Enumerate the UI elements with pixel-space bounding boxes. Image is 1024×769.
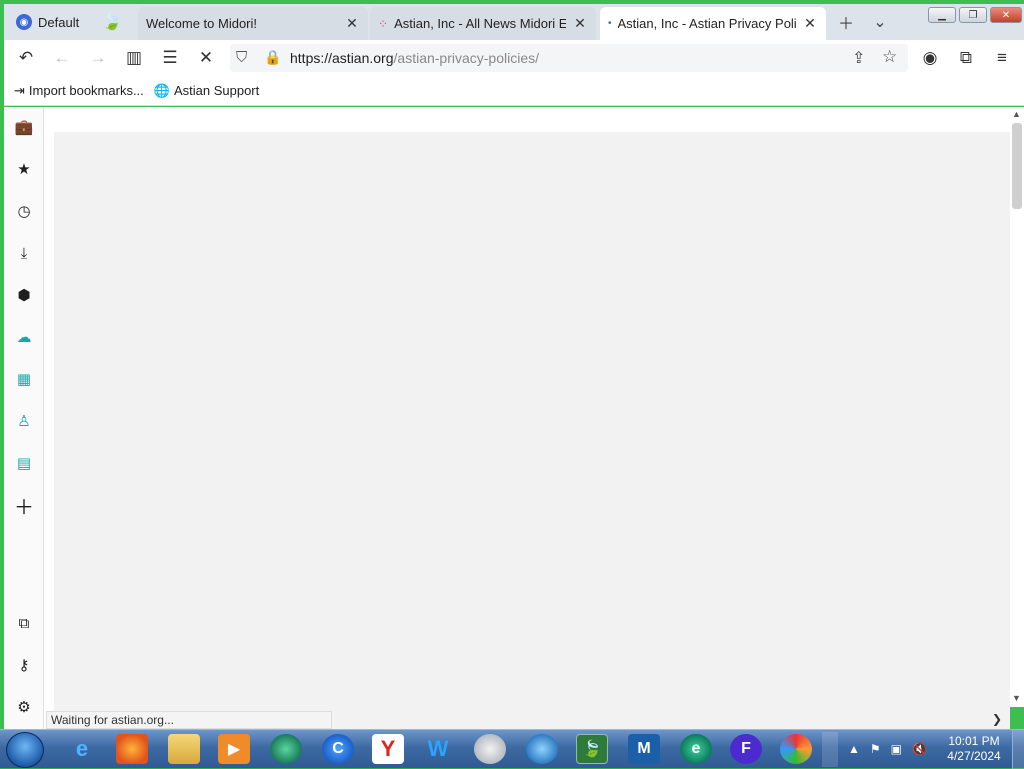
account-icon[interactable]: ◉ bbox=[916, 46, 944, 70]
flag-icon[interactable]: ⚑ bbox=[870, 742, 881, 756]
close-tab-icon[interactable]: ✕ bbox=[344, 15, 360, 32]
system-tray: ▲ ⚑ ▣ 🔇 bbox=[842, 734, 932, 764]
maxthon-icon[interactable]: M bbox=[628, 734, 660, 764]
url-host: https://astian.org bbox=[290, 50, 394, 66]
taskbar: e ▶ C Y W 🍃 M e F ▲ ⚑ ▣ 🔇 10:01 PM 4/27/… bbox=[0, 729, 1024, 769]
app-icon-blue[interactable]: C bbox=[322, 734, 354, 764]
loading-icon: • bbox=[608, 18, 612, 29]
cube-icon[interactable]: ⬢ bbox=[12, 283, 36, 307]
midori-icon[interactable]: 🍃 bbox=[576, 734, 608, 764]
notes-icon[interactable]: ▤ bbox=[12, 451, 36, 475]
globe-icon: 🌐 bbox=[153, 82, 170, 98]
tab-all-news[interactable]: ⁘ Astian, Inc - All News Midori Eng ✕ bbox=[370, 7, 596, 40]
loading-page-area bbox=[54, 132, 1010, 729]
scrollbar-thumb[interactable] bbox=[1012, 123, 1022, 209]
bookmark-label: Import bookmarks... bbox=[28, 83, 144, 98]
scroll-down-icon[interactable]: ▼ bbox=[1012, 693, 1021, 703]
tab-manager-icon[interactable]: ☰ bbox=[156, 46, 184, 70]
cloud-icon[interactable]: ☁ bbox=[12, 325, 36, 349]
clock-date: 4/27/2024 bbox=[947, 749, 1001, 763]
minimize-button[interactable]: ▁ bbox=[928, 7, 956, 23]
address-bar[interactable]: ⛉ 🔒 https://astian.org/astian-privacy-po… bbox=[230, 44, 908, 72]
new-tab-button[interactable]: ＋ bbox=[834, 11, 858, 33]
bookmark-label: Astian Support bbox=[173, 83, 260, 98]
yandex-icon[interactable]: Y bbox=[372, 734, 404, 764]
tab-bar: ◉ Default 🍃 Welcome to Midori! ✕ ⁘ Astia… bbox=[4, 4, 1024, 40]
extensions-icon[interactable]: ⧉ bbox=[952, 46, 980, 70]
network-icon[interactable]: ▣ bbox=[891, 742, 902, 756]
reader-view-icon[interactable]: ▥ bbox=[120, 46, 148, 70]
media-player-icon[interactable]: ▶ bbox=[218, 734, 250, 764]
tab-title: Welcome to Midori! bbox=[146, 16, 258, 31]
bookmark-import[interactable]: ⇥ Import bookmarks... bbox=[14, 83, 144, 99]
navigation-bar: ↶ ← → ▥ ☰ ✕ ⛉ 🔒 https://astian.org/astia… bbox=[4, 40, 1024, 76]
close-tab-icon[interactable]: ✕ bbox=[802, 15, 818, 32]
bookmarks-bar: ⇥ Import bookmarks... 🌐 Astian Support bbox=[4, 76, 1024, 106]
back-button[interactable]: ← bbox=[48, 46, 76, 70]
shield-icon[interactable]: ⛉ bbox=[236, 49, 247, 66]
tab-list-chevron-icon[interactable]: ⌄ bbox=[868, 11, 892, 33]
tab-welcome[interactable]: Welcome to Midori! ✕ bbox=[138, 7, 368, 40]
clock-time: 10:01 PM bbox=[948, 734, 1000, 748]
calendar-icon[interactable]: ▦ bbox=[12, 367, 36, 391]
stop-loading-button[interactable]: ✕ bbox=[192, 46, 220, 70]
add-panel-icon[interactable]: ＋ bbox=[12, 493, 36, 519]
folder-icon[interactable] bbox=[168, 734, 200, 764]
undo-close-icon[interactable]: ↶ bbox=[12, 46, 40, 70]
tab-favicon-icon: ⁘ bbox=[378, 16, 389, 31]
tab-title: Astian, Inc - All News Midori Eng bbox=[394, 16, 566, 31]
puzzle-icon[interactable]: ⧉ bbox=[12, 611, 36, 635]
settings-gear-icon[interactable]: ⚙ bbox=[12, 695, 36, 719]
start-button[interactable] bbox=[6, 732, 44, 768]
forward-button[interactable]: → bbox=[84, 46, 112, 70]
tray-expand-icon[interactable]: ▲ bbox=[848, 742, 860, 756]
scroll-right-icon[interactable]: ❯ bbox=[992, 712, 1002, 726]
w-browser-icon[interactable]: W bbox=[422, 734, 454, 764]
globe-app-icon[interactable] bbox=[526, 734, 558, 764]
vertical-scrollbar[interactable]: ▲ ▼ bbox=[1010, 107, 1024, 707]
url-path: /astian-privacy-policies/ bbox=[393, 50, 540, 66]
taskbar-scroll[interactable] bbox=[822, 732, 838, 767]
person-icon[interactable]: ♙ bbox=[12, 409, 36, 433]
briefcase-icon[interactable]: 💼 bbox=[12, 115, 36, 139]
ie-icon[interactable]: e bbox=[66, 734, 98, 764]
bookmark-star-icon[interactable]: ☆ bbox=[882, 47, 897, 67]
close-tab-icon[interactable]: ✕ bbox=[572, 15, 588, 32]
app-icon-green[interactable] bbox=[270, 734, 302, 764]
tab-privacy-policy[interactable]: • Astian, Inc - Astian Privacy Polic ✕ bbox=[600, 7, 826, 40]
lock-icon[interactable]: 🔒 bbox=[264, 49, 281, 66]
tab-title: Astian, Inc - Astian Privacy Polic bbox=[617, 16, 796, 31]
app-icon-colorful[interactable] bbox=[780, 734, 812, 764]
share-icon[interactable]: ⇪ bbox=[852, 48, 865, 68]
sidebar: 💼 ★ ◷ ⤓ ⬢ ☁ ▦ ♙ ▤ ＋ ⧉ ⚷ ⚙ bbox=[4, 107, 44, 729]
close-window-button[interactable]: ✕ bbox=[990, 7, 1022, 23]
bookmark-astian-support[interactable]: 🌐 Astian Support bbox=[154, 83, 259, 99]
edge-icon[interactable]: e bbox=[680, 734, 712, 764]
web-content[interactable] bbox=[44, 107, 1010, 729]
menu-icon[interactable]: ≡ bbox=[988, 46, 1016, 70]
scroll-up-icon[interactable]: ▲ bbox=[1012, 109, 1021, 119]
app-icon-purple[interactable]: F bbox=[730, 734, 762, 764]
status-bar: Waiting for astian.org... bbox=[46, 711, 332, 729]
profile-label: Default bbox=[38, 14, 80, 30]
firefox-icon[interactable] bbox=[116, 734, 148, 764]
download-icon[interactable]: ⤓ bbox=[12, 241, 36, 265]
import-icon: ⇥ bbox=[14, 82, 25, 98]
url-text[interactable]: https://astian.org/astian-privacy-polici… bbox=[290, 50, 539, 66]
profile-button[interactable]: ◉ Default bbox=[10, 10, 85, 34]
key-icon[interactable]: ⚷ bbox=[12, 653, 36, 677]
show-desktop-button[interactable] bbox=[1012, 730, 1024, 769]
profile-icon: ◉ bbox=[16, 14, 32, 30]
browser-window: ◉ Default 🍃 Welcome to Midori! ✕ ⁘ Astia… bbox=[0, 0, 1024, 729]
maximize-button[interactable]: ❐ bbox=[959, 7, 987, 23]
history-clock-icon[interactable]: ◷ bbox=[12, 199, 36, 223]
workspace-icon[interactable]: 🍃 bbox=[100, 11, 124, 33]
clock[interactable]: 10:01 PM 4/27/2024 bbox=[944, 734, 1004, 764]
volume-muted-icon[interactable]: 🔇 bbox=[912, 742, 927, 756]
star-icon[interactable]: ★ bbox=[12, 157, 36, 181]
app-icon-gray[interactable] bbox=[474, 734, 506, 764]
